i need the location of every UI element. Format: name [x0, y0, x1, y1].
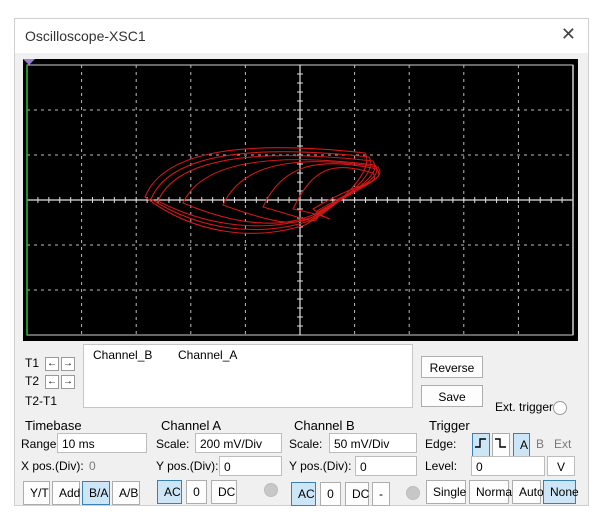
- t1-label: T1: [25, 356, 40, 370]
- cursor-t1-marker[interactable]: [23, 59, 35, 65]
- t1-right-arrow-icon[interactable]: →: [61, 357, 75, 371]
- mode-ab-button[interactable]: A/B: [112, 481, 140, 505]
- channel-a-ypos-input[interactable]: 0: [219, 456, 282, 476]
- range-label: Range:: [21, 437, 60, 451]
- t2-left-arrow-icon[interactable]: ←: [45, 375, 59, 389]
- channel-a-ypos-label: Y pos.(Div):: [156, 459, 219, 473]
- t2-right-arrow-icon[interactable]: →: [61, 375, 75, 389]
- t1-left-arrow-icon[interactable]: ←: [45, 357, 59, 371]
- oscilloscope-window: Oscilloscope-XSC1 ✕ T1 ← → T2 ← → T2-T1 …: [14, 18, 589, 506]
- channel-a-heading: Channel A: [161, 418, 221, 433]
- mode-add-button[interactable]: Add: [52, 481, 80, 505]
- channel-a-scale-label: Scale:: [156, 437, 190, 451]
- channel-b-heading: Channel B: [294, 418, 355, 433]
- channel-a-scale-input[interactable]: 200 mV/Div: [195, 433, 282, 453]
- scope-display: [23, 59, 578, 341]
- channel-b-ypos-label: Y pos.(Div):: [289, 459, 352, 473]
- mode-yt-button[interactable]: Y/T: [23, 481, 50, 505]
- cursor-readout-table: Channel_B Channel_A: [83, 344, 413, 408]
- readout-col-channel-a: Channel_A: [178, 348, 238, 362]
- cursor-panel: T1 ← → T2 ← → T2-T1: [23, 344, 81, 412]
- readout-col-channel-b: Channel_B: [93, 348, 153, 362]
- level-label: Level:: [425, 459, 458, 473]
- channel-b-ypos-input[interactable]: 0: [355, 456, 417, 476]
- channel-b-minus-button[interactable]: -: [372, 482, 390, 506]
- trigger-none-button[interactable]: None: [543, 480, 579, 504]
- graticule-grid: [26, 64, 574, 336]
- channel-a-zero-button[interactable]: 0: [186, 480, 207, 504]
- trigger-level-unit[interactable]: V: [547, 456, 575, 476]
- save-button[interactable]: Save: [421, 385, 483, 407]
- trigger-source-a-button[interactable]: A: [513, 433, 530, 457]
- channel-a-mark-radio[interactable]: [264, 483, 278, 497]
- channel-a-ac-button[interactable]: AC: [157, 480, 182, 504]
- trigger-normal-button[interactable]: Normal: [469, 480, 515, 504]
- trigger-source-b-button[interactable]: B: [536, 437, 544, 451]
- ext-trigger-label: Ext. trigger: [495, 400, 554, 414]
- title-bar: Oscilloscope-XSC1 ✕: [15, 19, 588, 53]
- trigger-level-input[interactable]: 0: [471, 456, 545, 476]
- trace-loop: [292, 167, 376, 220]
- trigger-source-ext-button[interactable]: Ext: [554, 437, 571, 451]
- ext-trigger-radio[interactable]: [553, 401, 567, 415]
- t2-t1-label: T2-T1: [25, 394, 58, 408]
- channel-a-dc-button[interactable]: DC: [211, 480, 237, 504]
- reverse-button[interactable]: Reverse: [421, 356, 483, 378]
- edge-label: Edge:: [425, 437, 457, 451]
- lissajous-trace: [144, 147, 381, 234]
- close-icon[interactable]: ✕: [561, 24, 576, 45]
- timebase-heading: Timebase: [25, 418, 82, 433]
- trigger-auto-button[interactable]: Auto: [512, 480, 544, 504]
- channel-b-scale-input[interactable]: 50 mV/Div: [329, 433, 417, 453]
- mode-ba-button[interactable]: B/A: [82, 481, 110, 505]
- xpos-label: X pos.(Div):: [21, 459, 84, 473]
- window-title: Oscilloscope-XSC1: [25, 28, 146, 44]
- t2-label: T2: [25, 374, 40, 388]
- scope-graticule: [23, 59, 574, 336]
- trigger-single-button[interactable]: Single: [426, 480, 466, 504]
- channel-b-zero-button[interactable]: 0: [320, 482, 341, 506]
- channel-b-mark-radio[interactable]: [406, 486, 420, 500]
- trace-loop: [222, 161, 381, 223]
- channel-b-ac-button[interactable]: AC: [291, 482, 316, 506]
- channel-b-dc-button[interactable]: DC: [345, 482, 369, 506]
- trigger-heading: Trigger: [429, 418, 470, 433]
- xpos-value[interactable]: 0: [89, 459, 96, 473]
- range-input[interactable]: 10 ms: [57, 433, 147, 453]
- channel-b-scale-label: Scale:: [289, 437, 323, 451]
